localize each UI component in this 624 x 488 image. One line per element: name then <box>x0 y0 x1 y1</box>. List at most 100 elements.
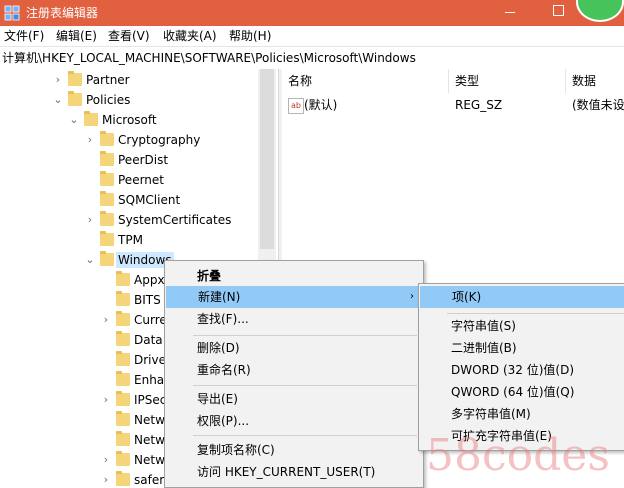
value-name[interactable]: (默认) <box>304 97 337 113</box>
folder-icon <box>116 471 130 486</box>
chevron-down-icon[interactable]: ⌄ <box>84 254 96 266</box>
tree-node-label: Partner <box>86 73 130 87</box>
tree-node-label: BITS <box>134 293 161 307</box>
chevron-right-icon[interactable]: › <box>84 214 96 226</box>
menu-separator <box>447 313 624 314</box>
address-bar[interactable]: 计算机\HKEY_LOCAL_MACHINE\SOFTWARE\Policies… <box>0 46 624 70</box>
watermark: 58codes <box>426 430 610 481</box>
tree-node-label: Appx <box>134 273 165 287</box>
menu-item-delete[interactable]: 删除(D) <box>165 337 423 359</box>
folder-icon <box>116 391 130 406</box>
tree-node-label: Drive <box>134 353 166 367</box>
value-type: REG_SZ <box>455 98 503 112</box>
folder-icon <box>116 311 130 326</box>
menu-favorites[interactable]: 收藏夹(A) <box>163 28 217 44</box>
menu-item-copy-key-name[interactable]: 复制项名称(C) <box>165 439 423 461</box>
folder-icon <box>84 111 98 126</box>
chevron-right-icon[interactable]: › <box>84 134 96 146</box>
menu-separator <box>193 385 417 386</box>
minimize-button[interactable] <box>494 0 526 26</box>
chevron-right-icon[interactable]: › <box>100 314 112 326</box>
menu-separator <box>193 435 417 436</box>
tree-scrollbar-thumb[interactable] <box>260 69 274 249</box>
menu-item-goto-hkcu[interactable]: 访问 HKEY_CURRENT_USER(T) <box>165 461 423 483</box>
tree-node-label: TPM <box>118 233 143 247</box>
submenu-item-string-value[interactable]: 字符串值(S) <box>419 315 624 337</box>
menu-item-new[interactable]: 新建(N) › <box>166 286 422 308</box>
submenu-item-binary-value[interactable]: 二进制值(B) <box>419 337 624 359</box>
folder-icon <box>116 271 130 286</box>
menu-item-collapse[interactable]: 折叠 <box>165 265 423 287</box>
folder-icon <box>100 251 114 266</box>
menu-help[interactable]: 帮助(H) <box>229 28 271 44</box>
chevron-down-icon[interactable]: ⌄ <box>68 114 80 126</box>
chevron-right-icon[interactable]: › <box>100 474 112 486</box>
submenu-item-dword-value[interactable]: DWORD (32 位)值(D) <box>419 359 624 381</box>
address-path: 计算机\HKEY_LOCAL_MACHINE\SOFTWARE\Policies… <box>2 51 416 65</box>
menu-view[interactable]: 查看(V) <box>108 28 150 44</box>
tree-node-label: Microsoft <box>102 113 157 127</box>
menu-item-export[interactable]: 导出(E) <box>165 388 423 410</box>
folder-icon <box>68 71 82 86</box>
folder-icon <box>116 371 130 386</box>
column-header-data[interactable]: 数据 <box>566 69 624 93</box>
tree-node-label: SystemCertificates <box>118 213 232 227</box>
folder-icon <box>116 291 130 306</box>
column-header-name[interactable]: 名称 <box>282 69 449 93</box>
folder-icon <box>100 211 114 226</box>
tree-node-label: Peernet <box>118 173 164 187</box>
tree-node-label: IPSec <box>134 393 167 407</box>
tree-node-label: Netw <box>134 453 165 467</box>
tree-node-label: Policies <box>86 93 131 107</box>
folder-icon <box>116 411 130 426</box>
folder-icon <box>116 351 130 366</box>
tree-node-label: Cryptography <box>118 133 201 147</box>
submenu-item-multi-string-value[interactable]: 多字符串值(M) <box>419 403 624 425</box>
column-header-type[interactable]: 类型 <box>449 69 566 93</box>
tree-node-label: Netw <box>134 433 165 447</box>
menu-item-find[interactable]: 查找(F)... <box>165 308 423 330</box>
chevron-down-icon[interactable]: ⌄ <box>52 94 64 106</box>
submenu-item-key[interactable]: 项(K) <box>420 286 624 308</box>
folder-icon <box>68 91 82 106</box>
tree-node-label: Enha <box>134 373 165 387</box>
menu-edit[interactable]: 编辑(E) <box>56 28 97 44</box>
green-circle-icon <box>576 0 624 22</box>
menu-bar: 文件(F) 编辑(E) 查看(V) 收藏夹(A) 帮助(H) <box>0 26 624 46</box>
menu-item-permissions[interactable]: 权限(P)... <box>165 410 423 432</box>
string-value-icon: ab <box>288 98 304 114</box>
chevron-right-icon[interactable]: › <box>100 454 112 466</box>
chevron-right-icon[interactable]: › <box>52 74 64 86</box>
folder-icon <box>100 171 114 186</box>
tree-node-label: PeerDist <box>118 153 169 167</box>
folder-icon <box>100 131 114 146</box>
menu-item-rename[interactable]: 重命名(R) <box>165 359 423 381</box>
tree-node-label: Curre <box>134 313 167 327</box>
window-title: 注册表编辑器 <box>26 6 99 20</box>
folder-icon <box>116 431 130 446</box>
submenu-item-qword-value[interactable]: QWORD (64 位)值(Q) <box>419 381 624 403</box>
tree-node-label: Netw <box>134 413 165 427</box>
folder-icon <box>100 231 114 246</box>
folder-icon <box>100 191 114 206</box>
menu-file[interactable]: 文件(F) <box>4 28 44 44</box>
folder-icon <box>100 151 114 166</box>
chevron-right-icon[interactable]: › <box>100 394 112 406</box>
menu-separator <box>193 335 417 336</box>
registry-app-icon <box>4 5 20 21</box>
context-menu: 折叠 新建(N) › 查找(F)... 删除(D) 重命名(R) 导出(E) 权… <box>164 260 424 488</box>
folder-icon <box>116 451 130 466</box>
tree-node-label: Data <box>134 333 163 347</box>
title-bar: 注册表编辑器 <box>0 0 624 26</box>
value-data: (数值未设 <box>572 98 624 112</box>
maximize-button[interactable] <box>546 0 570 26</box>
tree-node-label: SQMClient <box>118 193 181 207</box>
